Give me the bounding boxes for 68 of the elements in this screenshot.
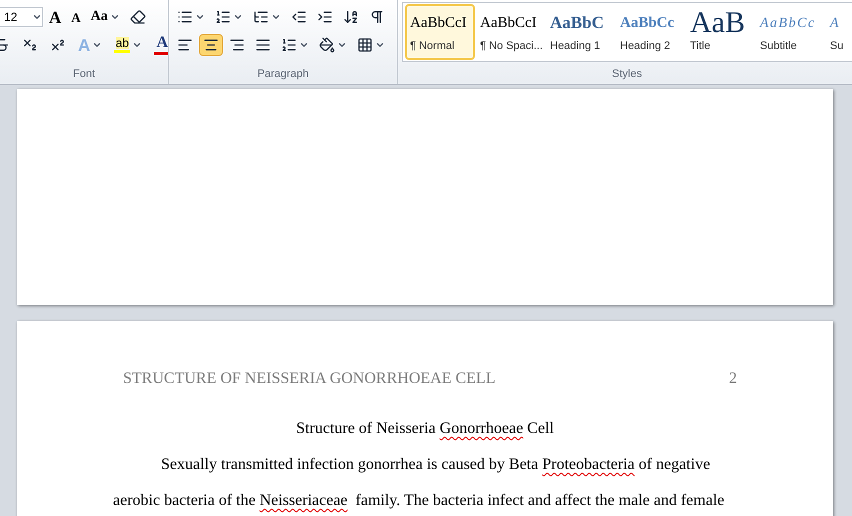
page-number: 2 [729, 369, 737, 389]
align-icon [177, 37, 193, 53]
multilevel-list-icon [253, 9, 269, 25]
align-icon [229, 37, 245, 53]
increase-indent-icon [317, 9, 333, 25]
caret-icon [132, 40, 142, 50]
style-item[interactable]: AaBbCcI ¶ Normal [405, 4, 475, 60]
align-button[interactable] [199, 34, 223, 56]
caret-icon [299, 40, 309, 50]
glyph-label: A [71, 10, 81, 24]
align-icon [203, 37, 219, 53]
glyph-label: Aa [90, 10, 108, 24]
style-name: Heading 2 [620, 38, 670, 54]
style-item[interactable]: AaBbCc Subtitle [755, 4, 825, 60]
subscript-icon [22, 37, 38, 53]
style-preview: AaBbCc [620, 14, 674, 33]
style-item[interactable]: A Su [825, 4, 852, 60]
style-preview: A [830, 14, 840, 32]
caret-icon [375, 40, 385, 50]
style-name: Subtitle [760, 38, 797, 54]
shrink-button[interactable]: A [67, 6, 85, 28]
group-label: Paragraph [257, 67, 309, 82]
caret-icon [92, 40, 102, 50]
group-label: Font [72, 67, 95, 82]
document-title: Structure of Neisseria Gonorrhoeae Cell [295, 419, 555, 439]
style-preview: AaBbC [550, 12, 604, 34]
style-preview: AaBbCc [760, 14, 816, 32]
style-preview: AaBbCcI [480, 14, 537, 33]
align-icon [255, 37, 271, 53]
font-size-field[interactable]: 12 [0, 7, 43, 27]
grow-button[interactable]: A [45, 6, 66, 28]
caret-icon [32, 12, 42, 22]
style-name: Heading 1 [550, 38, 600, 54]
style-name: ¶ Normal [410, 38, 454, 54]
glyph-label: ab [116, 37, 129, 49]
decrease-indent-icon [291, 9, 307, 25]
style-name: Su [830, 38, 844, 54]
style-item[interactable]: AaB Title [685, 4, 755, 60]
style-name: Title [690, 38, 710, 54]
case-button[interactable]: Aa [86, 6, 124, 28]
pilcrow-icon [369, 9, 385, 25]
style-item[interactable]: AaBbCcI ¶ No Spaci... [475, 4, 545, 60]
highlight-button[interactable]: ab [110, 34, 146, 56]
glyph-label: A [156, 35, 168, 51]
sort-icon [343, 9, 359, 25]
borders-icon [357, 37, 373, 53]
caret-icon [271, 12, 281, 22]
style-item[interactable]: AaBbCc Heading 2 [615, 4, 685, 60]
line-spacing-icon [281, 37, 297, 53]
glyph-label: A [78, 36, 90, 54]
group-label: Styles [612, 67, 642, 82]
numbered-list-icon [215, 9, 231, 25]
caret-icon [110, 12, 120, 22]
page-header: STRUCTURE OF NEISSERIA GONORRHOEAE CELL [123, 369, 496, 389]
caret-icon [195, 12, 205, 22]
paint-bucket-icon [319, 37, 335, 53]
body-paragraph: Sexually transmitted infection gonorrhea is caused by Beta Proteobacteria of negative aerobic bacteria of the Neisseriaceae family. The bacteria infect and affect the male and female [113, 455, 726, 511]
bullet-list-icon [177, 9, 193, 25]
caret-icon [233, 12, 243, 22]
style-name: ¶ No Spaci... [480, 38, 543, 54]
style-item[interactable]: AaBbC Heading 1 [545, 4, 615, 60]
superscript-icon [50, 37, 66, 53]
font-color-button[interactable]: A [150, 34, 168, 56]
style-preview: AaB [690, 10, 745, 36]
eraser-icon [130, 9, 146, 25]
caret-icon [337, 40, 347, 50]
glyph-label: A [49, 8, 62, 26]
style-preview: AaBbCcI [410, 14, 467, 33]
